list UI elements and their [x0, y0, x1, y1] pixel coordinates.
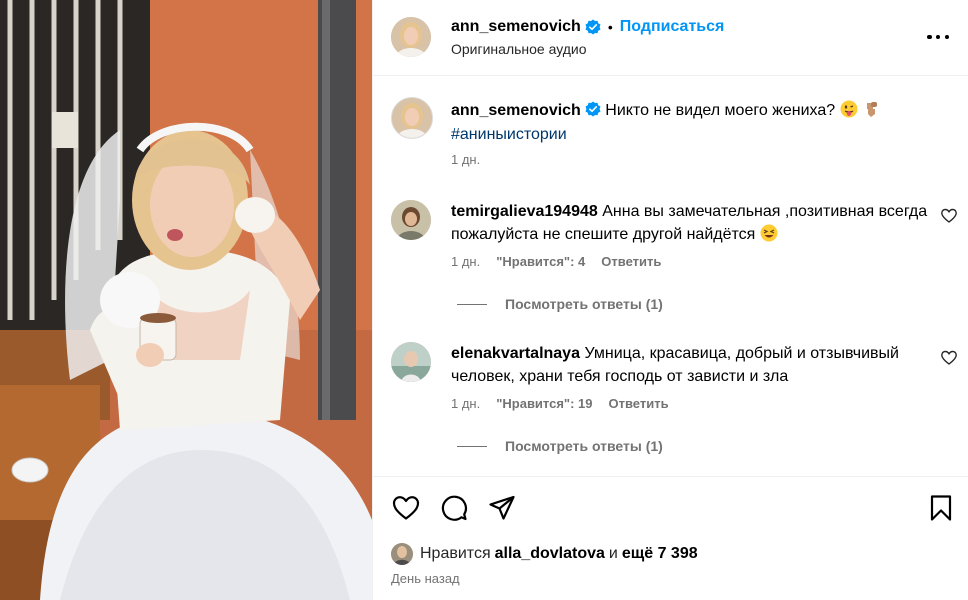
caption-hashtag[interactable]: #аниныистории: [451, 126, 567, 143]
caption-username[interactable]: ann_semenovich: [451, 102, 581, 119]
more-dot: [935, 34, 941, 40]
post-header: ann_semenovich • Подписаться Оригинально…: [373, 0, 968, 76]
comment-likes[interactable]: "Нравится": 4: [496, 254, 585, 269]
comment-username[interactable]: elenakvartalnaya: [451, 345, 580, 362]
commenter-avatar[interactable]: [391, 342, 431, 382]
comment-text: elenakvartalnaya Умница, красавица, добр…: [451, 342, 929, 388]
more-dot: [944, 34, 949, 40]
caption-time[interactable]: 1 дн.: [451, 152, 480, 167]
comment-meta: 1 дн. "Нравится": 4 Ответить: [451, 254, 661, 269]
separator-dot: •: [607, 19, 613, 35]
audio-label[interactable]: Оригинальное аудио: [451, 41, 587, 57]
winking-tongue-emoji-icon: [840, 100, 858, 118]
view-replies-line: [457, 303, 487, 305]
view-replies-button[interactable]: Посмотреть ответы (1): [457, 296, 663, 312]
pointing-down-emoji-icon: [862, 100, 880, 118]
verified-badge-icon: [585, 99, 601, 117]
post-date[interactable]: День назад: [391, 571, 460, 586]
comment-like-heart-icon[interactable]: [941, 350, 957, 366]
comments-list[interactable]: ann_semenovich Никто не видел моего жени…: [373, 77, 968, 475]
commenter-avatar-image: [391, 342, 431, 382]
liker-avatar[interactable]: [391, 543, 413, 565]
likes-prefix: Нравится: [420, 545, 491, 562]
reply-button[interactable]: Ответить: [601, 254, 661, 269]
post-photo-image: [0, 0, 372, 600]
comment-icon[interactable]: [440, 494, 468, 522]
laughing-emoji-icon: [760, 224, 778, 242]
view-replies-line: [457, 445, 487, 447]
comment-meta: 1 дн. "Нравится": 19 Ответить: [451, 396, 669, 411]
liker-username[interactable]: alla_dovlatova: [495, 545, 605, 563]
heart-icon[interactable]: [392, 494, 420, 522]
comment-username[interactable]: temirgalieva194948: [451, 203, 598, 220]
more-options-icon[interactable]: [927, 28, 949, 46]
post-actions-bar: [373, 476, 968, 536]
commenter-avatar[interactable]: [391, 200, 431, 240]
view-replies-label: Посмотреть ответы (1): [505, 296, 663, 312]
author-username[interactable]: ann_semenovich: [451, 18, 581, 36]
bookmark-icon[interactable]: [927, 494, 955, 522]
post-photo[interactable]: [0, 0, 372, 600]
caption-avatar[interactable]: [391, 97, 433, 139]
caption-body: Никто не видел моего жениха?: [605, 102, 836, 119]
caption-text: ann_semenovich Никто не видел моего жени…: [451, 99, 931, 147]
view-replies-label: Посмотреть ответы (1): [505, 438, 663, 454]
post-side-panel: ann_semenovich • Подписаться Оригинально…: [372, 0, 968, 600]
reply-button[interactable]: Ответить: [609, 396, 669, 411]
follow-button[interactable]: Подписаться: [620, 18, 725, 36]
comment-time[interactable]: 1 дн.: [451, 396, 480, 411]
likes-and: и: [608, 545, 618, 562]
likes-count[interactable]: ещё 7 398: [622, 545, 698, 563]
more-dot: [927, 34, 932, 40]
view-replies-button[interactable]: Посмотреть ответы (1): [457, 438, 663, 454]
likes-summary: Нравится alla_dovlatova и ещё 7 398: [391, 543, 698, 565]
comment-likes[interactable]: "Нравится": 19: [496, 396, 592, 411]
share-icon[interactable]: [488, 494, 516, 522]
comment-like-heart-icon[interactable]: [941, 208, 957, 224]
author-avatar-image: [391, 17, 431, 57]
commenter-avatar-image: [391, 200, 431, 240]
liker-avatar-image: [391, 543, 413, 565]
comment-time[interactable]: 1 дн.: [451, 254, 480, 269]
comment-text: temirgalieva194948 Анна вы замечательная…: [451, 200, 929, 246]
verified-badge-icon: [585, 19, 601, 35]
caption-avatar-image: [392, 98, 432, 138]
author-avatar[interactable]: [391, 17, 431, 57]
